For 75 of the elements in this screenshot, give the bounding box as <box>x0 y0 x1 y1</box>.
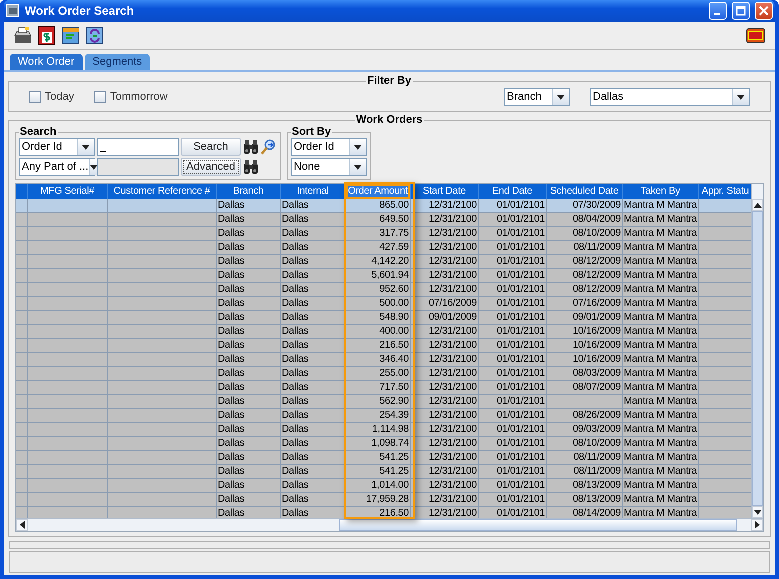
refresh-icon[interactable] <box>84 24 106 46</box>
column-header[interactable]: Order Amount <box>346 184 411 199</box>
column-header[interactable]: MFG Serial# <box>28 184 108 199</box>
row-header-corner <box>16 184 28 199</box>
table-row[interactable]: Dallas Dallas 1,114.98 12/31/2100 01/01/2101 09/03/2009 Mantra M Mantra <box>16 423 751 437</box>
table-row[interactable]: Dallas Dallas 865.00 12/31/2100 01/01/2101 07/30/2009 Mantra M Mantra <box>16 199 751 213</box>
search-icon[interactable] <box>261 139 277 155</box>
table-row[interactable]: Dallas Dallas 427.59 12/31/2100 01/01/2101 08/11/2009 Mantra M Mantra <box>16 241 751 255</box>
caret-icon <box>90 164 98 170</box>
checkbox[interactable]: Today <box>29 91 74 103</box>
horizontal-scrollbar[interactable] <box>16 518 763 531</box>
table-row[interactable]: Dallas Dallas 5,601.94 12/31/2100 01/01/2101 08/12/2009 Mantra M Mantra <box>16 269 751 283</box>
column-header[interactable]: Branch <box>217 184 281 199</box>
checkbox[interactable]: Tommorrow <box>94 91 168 103</box>
table-row[interactable]: Dallas Dallas 1,098.74 12/31/2100 01/01/2101 08/10/2009 Mantra M Mantra <box>16 437 751 451</box>
table-row[interactable]: Dallas Dallas 548.90 09/01/2009 01/01/2101 09/01/2009 Mantra M Mantra <box>16 311 751 325</box>
window-title: Work Order Search <box>25 4 136 18</box>
table-row[interactable]: Dallas Dallas 17,959.28 12/31/2100 01/01/2101 08/13/2009 Mantra M Mantra <box>16 493 751 507</box>
close-button[interactable] <box>755 2 773 20</box>
table-row[interactable]: Dallas Dallas 254.39 12/31/2100 01/01/2101 08/26/2009 Mantra M Mantra <box>16 409 751 423</box>
search-button[interactable]: Search <box>181 138 241 156</box>
table-row[interactable]: Dallas Dallas 216.50 12/31/2100 01/01/2101 08/14/2009 Mantra M Mantra <box>16 507 751 518</box>
tab[interactable]: Work Order <box>10 54 83 70</box>
table-row[interactable]: Dallas Dallas 4,142.20 12/31/2100 01/01/2101 08/12/2009 Mantra M Mantra <box>16 255 751 269</box>
table-row[interactable]: Dallas Dallas 952.60 12/31/2100 01/01/2101 08/12/2009 Mantra M Mantra <box>16 283 751 297</box>
panel-title: Filter By <box>366 75 412 87</box>
group-title: Sort By <box>291 126 332 138</box>
filter-field-dropdown[interactable]: Branch <box>504 88 570 106</box>
column-header[interactable]: End Date <box>479 184 547 199</box>
search-field[interactable]: _ <box>97 138 179 156</box>
scroll-up-icon <box>754 202 762 208</box>
column-header[interactable]: Customer Reference # <box>108 184 217 199</box>
table-row[interactable]: Dallas Dallas 562.90 12/31/2100 01/01/2101 Mantra M Mantra <box>16 395 751 409</box>
column-header[interactable]: Start Date <box>411 184 479 199</box>
minimize-button[interactable] <box>709 2 727 20</box>
maximize-icon <box>736 6 746 16</box>
close-icon <box>759 6 769 16</box>
table-row[interactable]: Dallas Dallas 541.25 12/31/2100 01/01/2101 08/11/2009 Mantra M Mantra <box>16 451 751 465</box>
scroll-right-icon <box>754 521 760 529</box>
sort-order-dropdown[interactable]: None <box>291 158 367 176</box>
scroll-down-icon <box>754 510 762 514</box>
binoculars-icon[interactable] <box>243 139 259 155</box>
dollar-icon[interactable] <box>36 24 58 46</box>
column-header[interactable]: Scheduled Date <box>547 184 623 199</box>
caret-icon <box>737 94 745 100</box>
column-header[interactable]: Taken By <box>623 184 699 199</box>
table-row[interactable]: Dallas Dallas 346.40 12/31/2100 01/01/2101 10/16/2009 Mantra M Mantra <box>16 353 751 367</box>
table-row[interactable]: Dallas Dallas 216.50 12/31/2100 01/01/2101 10/16/2009 Mantra M Mantra <box>16 339 751 353</box>
column-header[interactable]: Appr. Statu <box>699 184 751 199</box>
panel-title: Work Orders <box>355 114 424 126</box>
match-dropdown[interactable]: Any Part of ... <box>19 158 95 176</box>
filter-value-dropdown[interactable]: Dallas <box>590 88 750 106</box>
scroll-left-icon <box>20 521 24 529</box>
table-row[interactable]: Dallas Dallas 400.00 12/31/2100 01/01/2101 10/16/2009 Mantra M Mantra <box>16 325 751 339</box>
search-field-dropdown[interactable]: Order Id <box>19 138 95 156</box>
table-row[interactable]: Dallas Dallas 500.00 07/16/2009 01/01/2101 07/16/2009 Mantra M Mantra <box>16 297 751 311</box>
advanced-button[interactable]: Advanced <box>181 158 241 176</box>
table-row[interactable]: Dallas Dallas 1,014.00 12/31/2100 01/01/2101 08/13/2009 Mantra M Mantra <box>16 479 751 493</box>
caret-icon <box>82 144 90 150</box>
caret-icon <box>354 144 362 150</box>
table-row[interactable]: Dallas Dallas 317.75 12/31/2100 01/01/2101 08/10/2009 Mantra M Mantra <box>16 227 751 241</box>
table-row[interactable]: Dallas Dallas 717.50 12/31/2100 01/01/2101 08/07/2009 Mantra M Mantra <box>16 381 751 395</box>
caret-icon <box>354 164 362 170</box>
sort-field-dropdown[interactable]: Order Id <box>291 138 367 156</box>
table-row[interactable]: Dallas Dallas 255.00 12/31/2100 01/01/2101 08/03/2009 Mantra M Mantra <box>16 367 751 381</box>
caret-icon <box>557 94 565 100</box>
table-row[interactable]: Dallas Dallas 649.50 12/31/2100 01/01/2101 08/04/2009 Mantra M Mantra <box>16 213 751 227</box>
app-icon <box>6 4 20 18</box>
group-title: Search <box>19 126 58 138</box>
tab[interactable]: Segments <box>84 54 150 70</box>
column-header[interactable]: Internal <box>281 184 346 199</box>
vertical-scrollbar[interactable] <box>751 184 763 518</box>
maximize-button[interactable] <box>732 2 750 20</box>
binoculars-icon[interactable] <box>243 159 259 175</box>
table-row[interactable]: Dallas Dallas 541.25 12/31/2100 01/01/2101 08/11/2009 Mantra M Mantra <box>16 465 751 479</box>
